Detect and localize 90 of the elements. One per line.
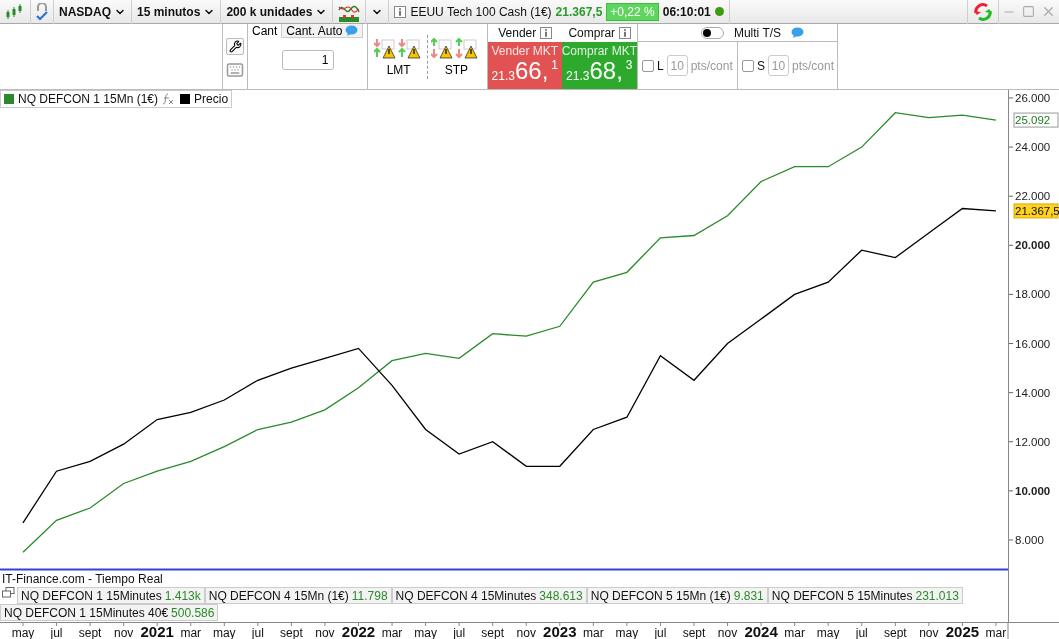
change-badge: +0,22 % [606, 2, 659, 21]
x-axis-label: nov [315, 626, 335, 639]
last-price: 21.367,5 [555, 4, 603, 19]
y-axis-label: 18.000 [1015, 288, 1051, 301]
x-axis-label: 2022 [341, 623, 376, 639]
quantity-field[interactable]: 1 [281, 50, 334, 70]
market-dropdown[interactable]: NASDAQ [54, 0, 132, 24]
x-axis-label: mar [985, 626, 1007, 639]
x-axis-label: nov [919, 626, 939, 639]
x-axis-label: may [414, 626, 437, 639]
y-axis-label: 26.000 [1015, 92, 1051, 104]
indicator-tab[interactable]: NQ DEFCON 4 15Minutes 348.613 [391, 587, 587, 604]
indicator-tab[interactable]: NQ DEFCON 1 15Minutes 40€ 500.586 [0, 604, 219, 621]
indicator-tab[interactable]: NQ DEFCON 5 15Minutes 231.013 [767, 587, 963, 604]
x-axis-label: 2024 [744, 623, 778, 639]
x-axis-label: sept [682, 626, 706, 639]
x-axis-label: may [212, 626, 236, 639]
size-dropdown[interactable]: 200 k unidades [221, 0, 334, 24]
stop-checkbox[interactable] [742, 59, 754, 72]
stop-unit: pts/cont [792, 58, 835, 73]
stop-checkbox[interactable] [642, 59, 654, 72]
x-axis-label: jul [251, 626, 264, 639]
y-axis-label: 8.000 [1015, 533, 1044, 546]
x-axis-label: mar [583, 626, 604, 639]
legend-label: NQ DEFCON 1 15Mn (1€) [18, 92, 159, 106]
function-icon[interactable] [162, 93, 175, 105]
x-axis-label: sept [481, 626, 505, 639]
timeframe-dropdown[interactable]: 15 minutos [132, 0, 222, 24]
x-axis-label: jul [654, 626, 667, 639]
magnet-check-icon[interactable] [36, 2, 48, 21]
x-axis-label: may [816, 626, 840, 639]
instrument-name: EEUU Tech 100 Cash (1€) [410, 4, 552, 19]
legend-swatch [4, 94, 14, 104]
candlestick-icon[interactable] [5, 3, 25, 20]
stop-unit: pts/cont [690, 58, 733, 73]
x-axis-label: mar [784, 626, 805, 639]
x-axis-label: jul [453, 626, 466, 639]
stop-label: L [657, 58, 664, 73]
side-header: Comprar [568, 26, 616, 40]
y-axis-label: 14.000 [1015, 386, 1051, 399]
x-axis-label: 2025 [945, 623, 980, 639]
y-axis-label: 20.000 [1015, 239, 1051, 252]
x-axis-label: 2023 [543, 623, 577, 639]
x-axis-label: sept [883, 626, 907, 639]
status-dot [714, 7, 724, 16]
info-icon [394, 5, 407, 18]
x-axis-label: mar [180, 626, 202, 639]
x-axis-label: may [615, 626, 639, 639]
quantity-tab[interactable]: Cant. Auto [282, 24, 364, 38]
chat-bubble-icon [791, 27, 805, 38]
x-axis-label: 2021 [140, 623, 174, 639]
price-marker: 21.367,5 [1013, 203, 1059, 219]
info-icon [540, 27, 553, 39]
refresh-icon[interactable] [973, 1, 993, 22]
x-axis-label: jul [50, 626, 63, 639]
x-axis-label: nov [516, 626, 536, 639]
settings-button[interactable] [226, 38, 244, 55]
order-type-button[interactable]: STP [431, 36, 482, 77]
y-axis-label: 12.000 [1015, 435, 1051, 448]
data-source-text: IT-Finance.com - Tiempo Real [1, 571, 164, 587]
indicator-tab[interactable]: NQ DEFCON 1 15Minutes 1.413k [17, 587, 205, 604]
legend-label: Precio [194, 92, 229, 106]
indicator-tab[interactable]: NQ DEFCON 5 15Mn (1€) 9.831 [586, 587, 768, 604]
windows-icon[interactable] [2, 587, 15, 598]
info-icon [619, 27, 632, 39]
price-marker: 25.092 [1013, 112, 1059, 128]
chat-bubble-icon [345, 25, 359, 36]
multi-ts-toggle[interactable] [700, 26, 724, 39]
y-axis-label: 10.000 [1015, 484, 1051, 497]
side-header: Vender [498, 26, 537, 40]
x-axis-label: may [11, 626, 35, 639]
y-axis-label: 16.000 [1015, 337, 1051, 350]
x-axis-label: sept [280, 626, 303, 639]
y-axis-label: 24.000 [1015, 141, 1051, 154]
x-axis-label: jul [855, 626, 868, 639]
keyboard-icon[interactable] [226, 61, 244, 79]
x-axis-label: nov [113, 626, 134, 639]
maximize-icon[interactable] [1022, 5, 1035, 18]
clock-time: 06:10:01 [662, 4, 711, 19]
y-axis-label: 22.000 [1015, 190, 1051, 203]
x-axis-label: nov [717, 626, 738, 639]
close-icon[interactable] [1041, 4, 1056, 19]
order-type-button[interactable]: LMT [373, 36, 424, 77]
stop-label: S [757, 58, 765, 73]
legend-swatch [180, 94, 191, 104]
x-axis-label: mar [381, 626, 403, 639]
multi-ts-label: Multi T/S [733, 25, 782, 40]
indicator-tab[interactable]: NQ DEFCON 4 15Mn (1€) 11.798 [204, 587, 392, 604]
order-type-drawing [373, 36, 424, 59]
x-axis-label: sept [78, 626, 102, 639]
